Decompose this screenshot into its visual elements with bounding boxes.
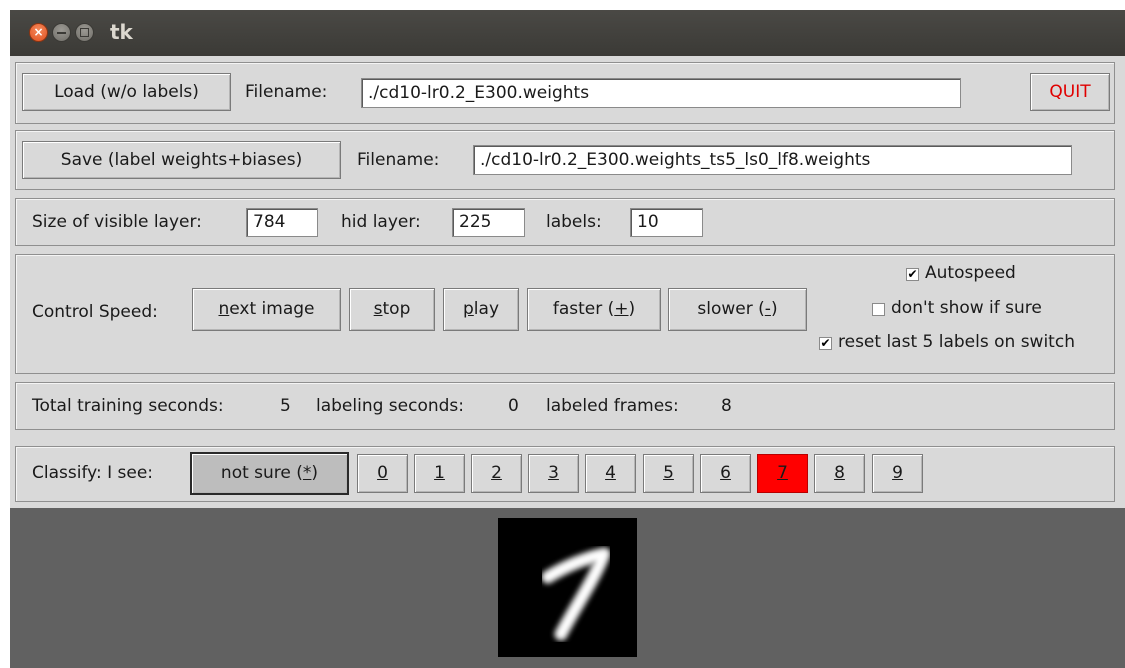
digit-button-0[interactable]: 0 xyxy=(357,454,408,493)
digit-button-8[interactable]: 8 xyxy=(814,454,865,493)
hidden-layer-input[interactable]: 225 xyxy=(452,208,525,237)
reset-labels-label: reset last 5 labels on switch xyxy=(838,332,1075,352)
labeled-frames-value: 8 xyxy=(721,396,732,416)
stop-button[interactable]: stop xyxy=(349,288,435,331)
reset-labels-checkbox[interactable]: ✔ xyxy=(819,337,832,350)
digit-label: 9 xyxy=(892,463,903,483)
labeling-seconds-value: 0 xyxy=(508,396,519,416)
control-speed-label: Control Speed: xyxy=(32,302,158,322)
load-frame: Load (w/o labels) Filename: ./cd10-lr0.2… xyxy=(15,62,1115,124)
load-filename-input[interactable]: ./cd10-lr0.2_E300.weights xyxy=(361,78,961,108)
classify-frame: Classify: I see: not sure (*) 0 1 2 3 4 5 6 7 8 9 xyxy=(15,446,1115,502)
save-filename-label: Filename: xyxy=(357,150,440,170)
autospeed-checkbox[interactable]: ✔ xyxy=(906,268,919,281)
digit-label: 5 xyxy=(663,463,674,483)
tk-window: × tk Load (w/o labels) Filename: ./cd10-… xyxy=(10,10,1125,668)
autospeed-label: Autospeed xyxy=(925,263,1016,283)
save-frame: Save (label weights+biases) Filename: ./… xyxy=(15,130,1115,190)
save-button[interactable]: Save (label weights+biases) xyxy=(22,141,341,179)
digit-button-4[interactable]: 4 xyxy=(585,454,636,493)
window-title: tk xyxy=(110,20,133,44)
next-image-button[interactable]: next image xyxy=(192,288,341,331)
digit-button-3[interactable]: 3 xyxy=(528,454,579,493)
faster-button[interactable]: faster (+) xyxy=(527,288,661,331)
not-sure-button[interactable]: not sure (*) xyxy=(190,452,349,495)
digit-label: 4 xyxy=(605,463,616,483)
labeled-frames-label: labeled frames: xyxy=(546,396,679,416)
digit-label: 7 xyxy=(777,463,788,483)
classify-label: Classify: I see: xyxy=(32,463,154,483)
speed-frame: Control Speed: next image stop play fast… xyxy=(15,254,1115,374)
digit-label: 3 xyxy=(548,463,559,483)
maximize-window-icon[interactable] xyxy=(75,23,94,42)
dont-show-if-sure-checkbox[interactable] xyxy=(872,303,885,316)
digit-label: 8 xyxy=(834,463,845,483)
visible-layer-input[interactable]: 784 xyxy=(246,208,318,237)
play-button[interactable]: play xyxy=(443,288,519,331)
labeling-seconds-label: labeling seconds: xyxy=(316,396,465,416)
load-filename-label: Filename: xyxy=(245,82,328,102)
labels-count-input[interactable]: 10 xyxy=(630,208,703,237)
digit-button-1[interactable]: 1 xyxy=(414,454,465,493)
visible-layer-label: Size of visible layer: xyxy=(32,212,202,232)
training-seconds-value: 5 xyxy=(280,396,291,416)
minimize-window-icon[interactable] xyxy=(52,23,71,42)
digit-button-5[interactable]: 5 xyxy=(643,454,694,493)
labels-count-label: labels: xyxy=(546,212,602,232)
slower-button[interactable]: slower (-) xyxy=(668,288,807,331)
layer-size-frame: Size of visible layer: 784 hid layer: 22… xyxy=(15,198,1115,246)
handwritten-digit-seven xyxy=(540,546,612,642)
digit-label: 0 xyxy=(377,463,388,483)
digit-button-2[interactable]: 2 xyxy=(471,454,522,493)
digit-button-9[interactable]: 9 xyxy=(872,454,923,493)
load-button[interactable]: Load (w/o labels) xyxy=(22,73,231,111)
quit-button[interactable]: QUIT xyxy=(1030,73,1110,111)
digit-label: 6 xyxy=(720,463,731,483)
digit-label: 2 xyxy=(491,463,502,483)
training-seconds-label: Total training seconds: xyxy=(32,396,224,416)
digit-button-6[interactable]: 6 xyxy=(700,454,751,493)
stats-frame: Total training seconds: 5 labeling secon… xyxy=(15,382,1115,430)
hidden-layer-label: hid layer: xyxy=(341,212,421,232)
save-filename-input[interactable]: ./cd10-lr0.2_E300.weights_ts5_ls0_lf8.we… xyxy=(473,145,1072,175)
digit-label: 1 xyxy=(434,463,445,483)
digit-button-7[interactable]: 7 xyxy=(757,454,808,493)
dont-show-if-sure-label: don't show if sure xyxy=(891,298,1042,318)
title-bar: × tk xyxy=(10,10,1125,56)
close-window-icon[interactable]: × xyxy=(29,23,48,42)
digit-canvas xyxy=(10,508,1125,668)
mnist-digit-image xyxy=(498,518,637,657)
